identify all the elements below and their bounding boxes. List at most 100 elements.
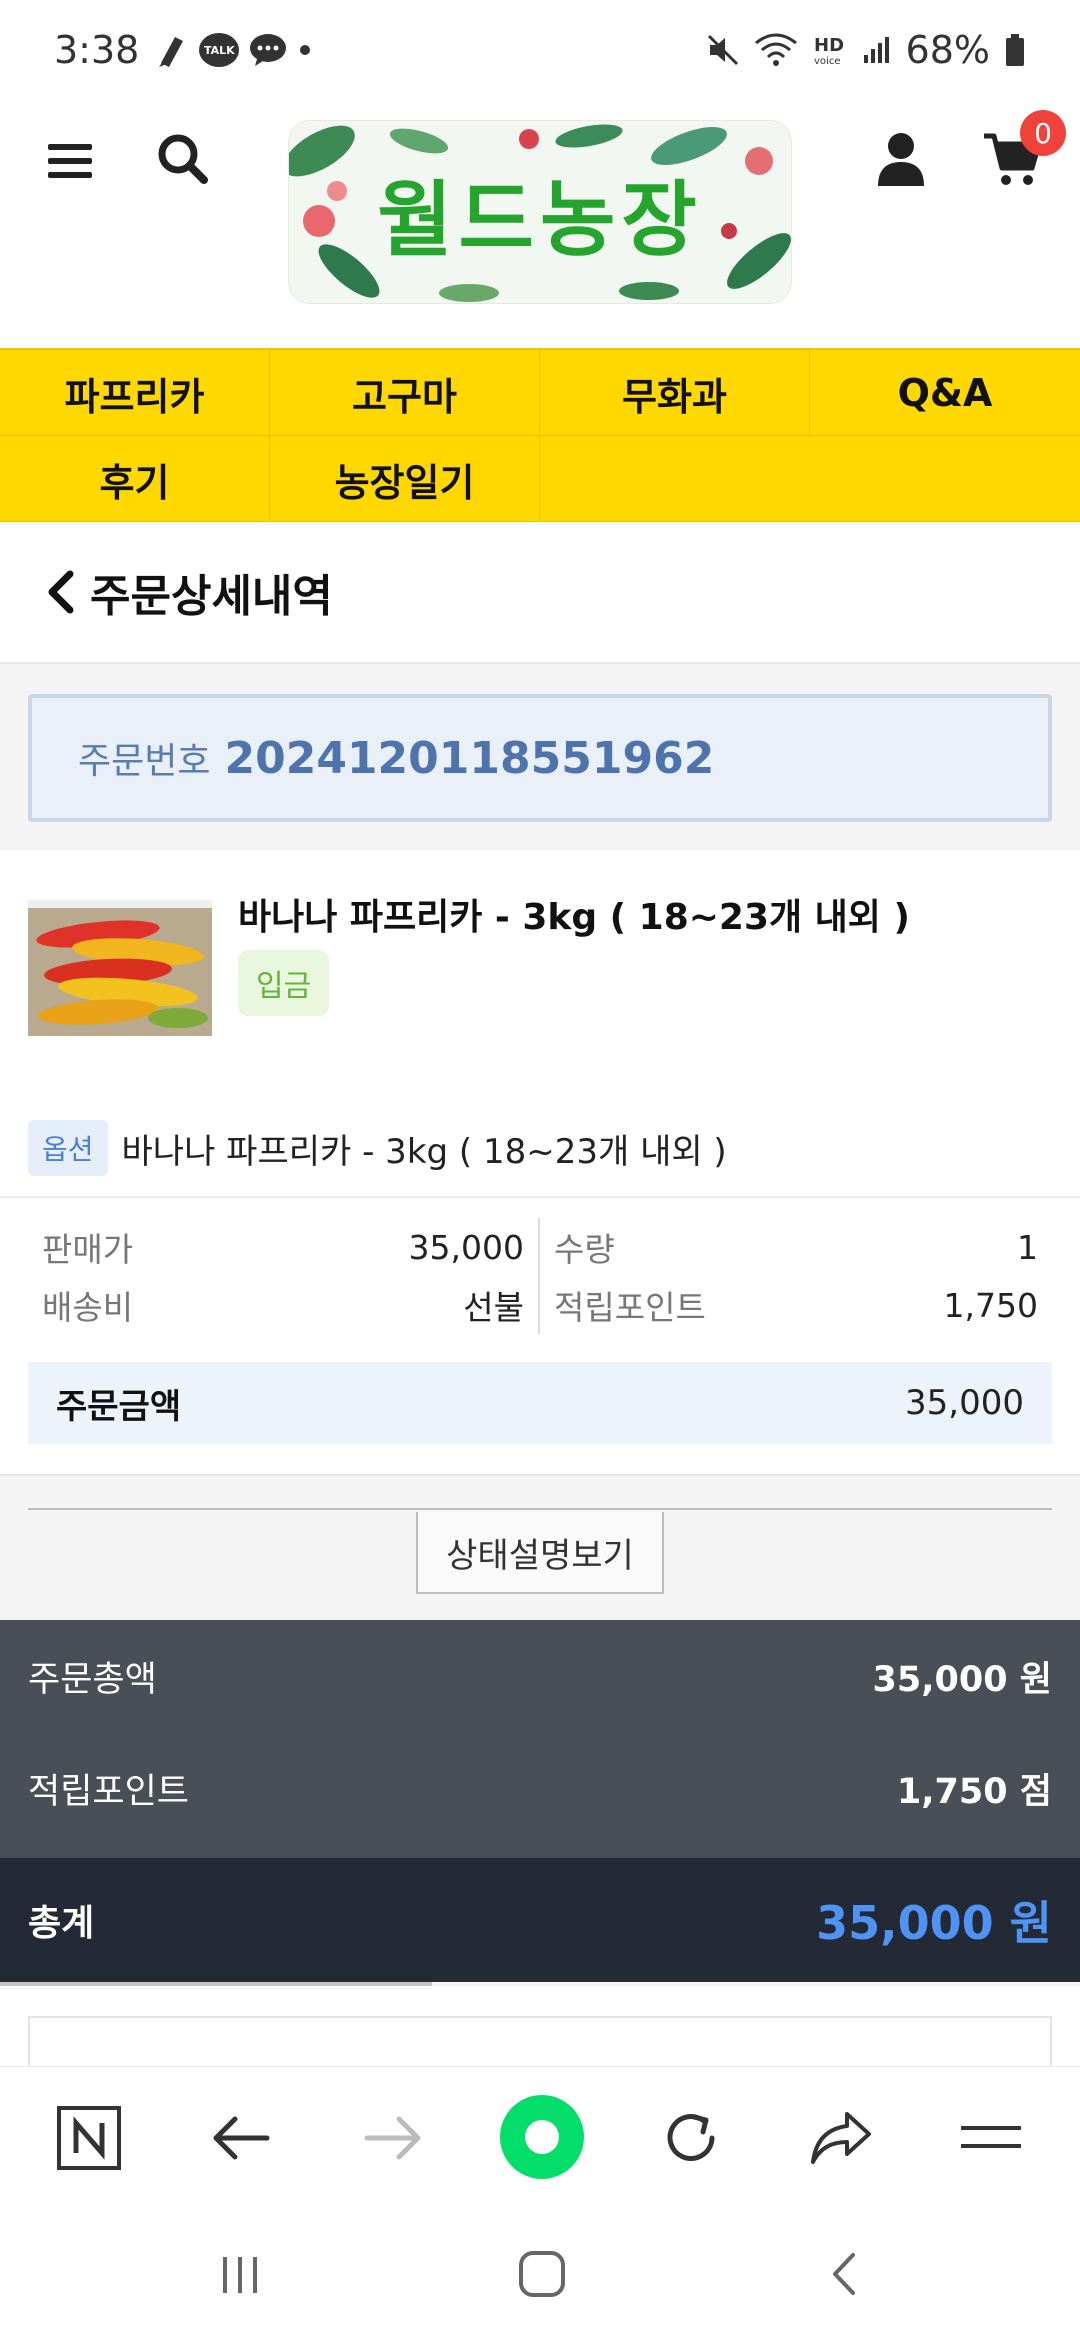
order-info-grid: 판매가 35,000 배송비 선불 수량 1 적립포인트 1,750 <box>0 1218 1080 1334</box>
cart-count-badge: 0 <box>1020 110 1066 156</box>
hd-voice-icon: HD voice <box>812 33 848 67</box>
button-divider-line <box>28 1508 1052 1510</box>
order-amount-row: 주문금액 35,000 <box>28 1362 1052 1444</box>
svg-text:HD: HD <box>814 35 844 56</box>
back-arrow-icon <box>213 2116 270 2160</box>
message-icon <box>249 33 287 67</box>
quantity-label: 수량 <box>554 1230 615 1269</box>
system-status-icons: HD voice 68% <box>706 28 1026 72</box>
user-button[interactable] <box>876 130 926 188</box>
summary-points-label: 적립포인트 <box>28 1771 190 1812</box>
naver-home-button[interactable] <box>52 2101 126 2175</box>
forward-arrow-icon <box>364 2116 421 2160</box>
price-row: 판매가 35,000 <box>42 1218 524 1276</box>
dot-icon <box>297 42 313 58</box>
order-total-value: 35,000 원 <box>872 1659 1052 1700</box>
info-col-left: 판매가 35,000 배송비 선불 <box>42 1218 524 1334</box>
shipping-value: 선불 <box>463 1288 524 1327</box>
order-amount-value: 35,000 <box>905 1383 1024 1423</box>
option-text: 바나나 파프리카 - 3kg ( 18~23개 내외 ) <box>121 1131 727 1172</box>
mute-icon <box>706 33 740 67</box>
quantity-value: 1 <box>1017 1227 1038 1267</box>
price-label: 판매가 <box>42 1230 134 1269</box>
product-thumbnail[interactable] <box>28 900 212 1036</box>
order-number-label: 주문번호 <box>78 741 211 782</box>
share-button[interactable] <box>804 2101 878 2175</box>
points-label: 적립포인트 <box>554 1288 706 1327</box>
divider <box>0 1196 1080 1198</box>
nav-item-paprika[interactable]: 파프리카 <box>0 350 270 436</box>
battery-icon <box>1004 33 1026 67</box>
price-value: 35,000 <box>408 1227 524 1267</box>
home-button[interactable] <box>512 2244 572 2304</box>
nav-row-1: 파프리카 고구마 무화과 Q&A <box>0 350 1080 436</box>
shipping-label: 배송비 <box>42 1288 134 1327</box>
share-icon <box>811 2112 871 2164</box>
scroll-indicator <box>0 1982 432 1986</box>
green-dot-icon <box>525 2120 559 2154</box>
product-name[interactable]: 바나나 파프리카 - 3kg ( 18~23개 내외 ) <box>238 888 910 940</box>
wifi-icon <box>754 33 798 67</box>
page-title: 주문상세내역 <box>90 571 333 622</box>
green-dot-button[interactable] <box>500 2095 584 2179</box>
vertical-separator <box>538 1218 540 1334</box>
recent-apps-button[interactable] <box>210 2244 270 2304</box>
grand-total-bar: 총계 35,000 원 <box>0 1858 1080 1982</box>
battery-percent: 68% <box>905 28 990 72</box>
quantity-row: 수량 1 <box>554 1218 1038 1276</box>
notification-icons: TALK <box>155 31 313 69</box>
browser-toolbar <box>0 2066 1080 2206</box>
summary-points-row: 적립포인트 1,750 점 <box>0 1732 1080 1844</box>
grand-total-label: 총계 <box>28 1903 95 1944</box>
home-icon <box>519 2251 565 2297</box>
order-number-box: 주문번호 2024120118551962 <box>28 694 1052 822</box>
nav-item-fig[interactable]: 무화과 <box>540 350 810 436</box>
signal-icon <box>862 35 892 65</box>
points-value: 1,750 <box>943 1285 1038 1325</box>
back-icon <box>833 2253 855 2295</box>
nav-item-farm-diary[interactable]: 농장일기 <box>270 436 540 522</box>
grand-total-value: 35,000 원 <box>816 1896 1052 1950</box>
browser-menu-button[interactable] <box>954 2101 1028 2175</box>
site-logo[interactable]: 월드농장 <box>288 120 792 304</box>
product-card: 바나나 파프리카 - 3kg ( 18~23개 내외 ) 입금 옵션 바나나 파… <box>0 850 1080 1476</box>
back-button[interactable] <box>204 2101 278 2175</box>
status-description-button[interactable]: 상태설명보기 <box>416 1512 664 1594</box>
site-header: 월드농장 0 <box>0 100 1080 348</box>
logo-text: 월드농장 <box>377 172 703 268</box>
nav-empty-cell <box>540 436 1080 522</box>
banana-paprika-image <box>28 900 212 1036</box>
page-title-bar: 주문상세내역 <box>0 522 1080 664</box>
payment-status-badge: 입금 <box>238 950 330 1016</box>
summary-points-value: 1,750 점 <box>896 1771 1052 1812</box>
system-back-button[interactable] <box>816 2244 876 2304</box>
nav-item-sweet-potato[interactable]: 고구마 <box>270 350 540 436</box>
option-row: 옵션 바나나 파프리카 - 3kg ( 18~23개 내외 ) <box>28 1120 727 1176</box>
refresh-icon <box>667 2114 715 2161</box>
order-detail-content: 주문번호 2024120118551962 바나나 파프리카 - 3kg ( 1… <box>0 664 1080 2076</box>
order-number-value: 2024120118551962 <box>224 732 715 784</box>
naver-n-icon <box>57 2106 121 2170</box>
search-icon <box>158 134 208 184</box>
nav-item-reviews[interactable]: 후기 <box>0 436 270 522</box>
search-button[interactable] <box>154 130 212 188</box>
svg-text:voice: voice <box>814 56 840 67</box>
menu-button[interactable] <box>46 136 96 186</box>
notification-pen-icon <box>155 31 189 69</box>
order-total-row: 주문총액 35,000 원 <box>0 1620 1080 1732</box>
forward-button[interactable] <box>356 2101 430 2175</box>
status-time: 3:38 <box>54 28 140 72</box>
info-col-right: 수량 1 적립포인트 1,750 <box>554 1218 1038 1334</box>
shipping-row: 배송비 선불 <box>42 1276 524 1334</box>
option-tag: 옵션 <box>28 1120 108 1176</box>
kakaotalk-icon: TALK <box>199 33 240 67</box>
category-nav: 파프리카 고구마 무화과 Q&A 후기 농장일기 <box>0 348 1080 522</box>
points-row: 적립포인트 1,750 <box>554 1276 1038 1334</box>
nav-item-qna[interactable]: Q&A <box>810 350 1080 436</box>
chevron-left-icon[interactable] <box>44 570 76 614</box>
order-summary: 주문총액 35,000 원 적립포인트 1,750 점 <box>0 1620 1080 1858</box>
status-bar: 3:38 TALK HD voice 68% <box>0 0 1080 100</box>
order-total-label: 주문총액 <box>28 1659 157 1700</box>
recent-apps-icon <box>223 2257 257 2293</box>
refresh-button[interactable] <box>654 2101 728 2175</box>
